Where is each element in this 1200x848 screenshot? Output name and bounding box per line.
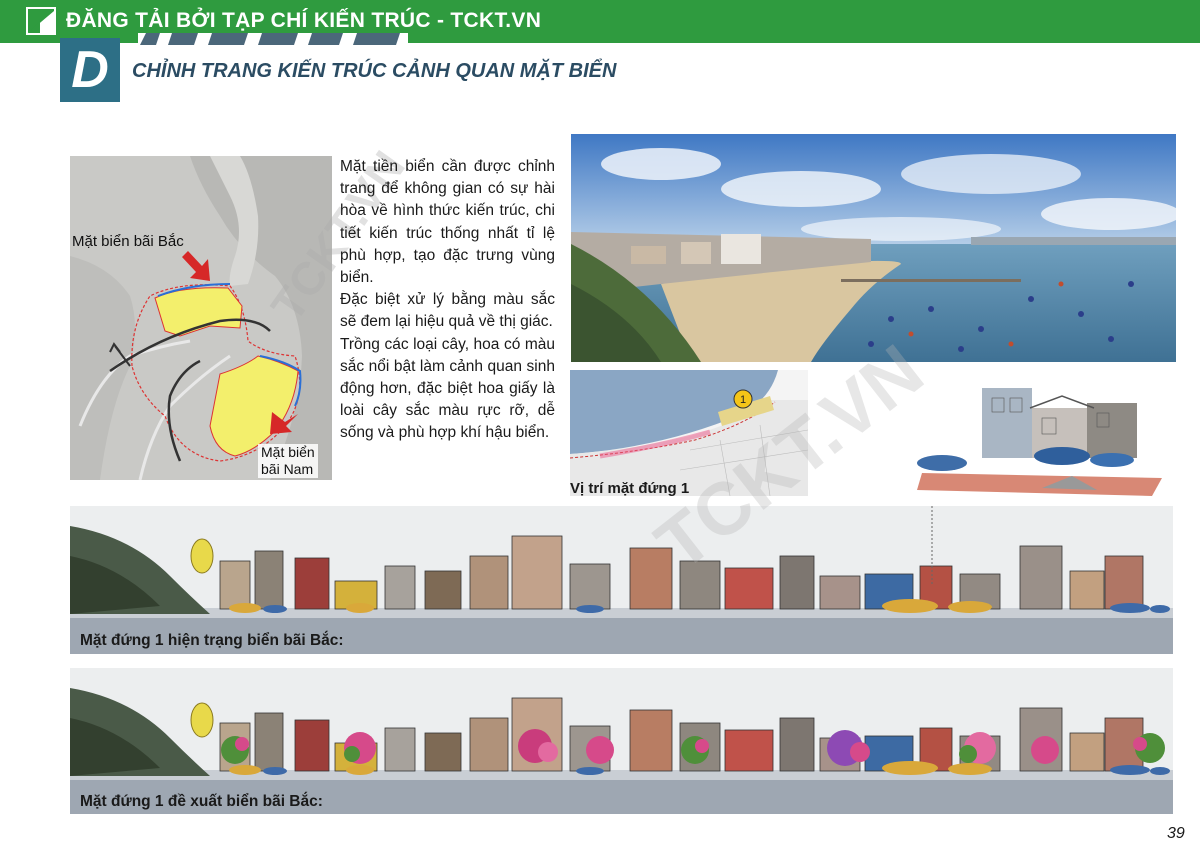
section-letter-box: D [60,38,120,102]
label-south-line1: Mặt biển [261,444,315,460]
site-map [70,156,332,480]
location-marker: 1 [740,394,746,406]
label-north-beach: Mặt biển bãi Bắc [72,233,184,250]
section-heading: CHỈNH TRANG KIẾN TRÚC CẢNH QUAN MẶT BIỂN [132,60,617,82]
section-letter: D [71,41,109,99]
banner-title: ĐĂNG TẢI BỞI TẠP CHÍ KIẾN TRÚC - TCKT.VN [66,9,542,32]
elevation-proposed-caption: Mặt đứng 1 đề xuất biển bãi Bắc: [80,793,323,810]
elevation-current-caption: Mặt đứng 1 hiện trạng biển bãi Bắc: [80,632,344,649]
description-paragraph: Đặc biệt xử lý bằng màu sắc sẽ đem lại h… [340,291,555,331]
description-text: Mặt tiền biển cần được chỉnh trang để kh… [340,156,555,445]
beach-photo [571,134,1176,362]
section-kicker-strip [138,33,408,45]
description-paragraph: Mặt tiền biển cần được chỉnh trang để kh… [340,158,555,287]
description-paragraph: Trồng các loại cây, hoa có màu sắc nổi b… [340,335,555,442]
page-number: 39 [1167,825,1185,842]
label-south-beach: Mặt biển bãi Nam [258,444,318,478]
location-caption: Vị trí mặt đứng 1 [570,480,690,497]
house-sketch [917,388,1162,496]
label-south-line2: bãi Nam [261,461,314,477]
tckt-logo-icon [26,7,56,35]
location-map: 1 [570,370,808,496]
